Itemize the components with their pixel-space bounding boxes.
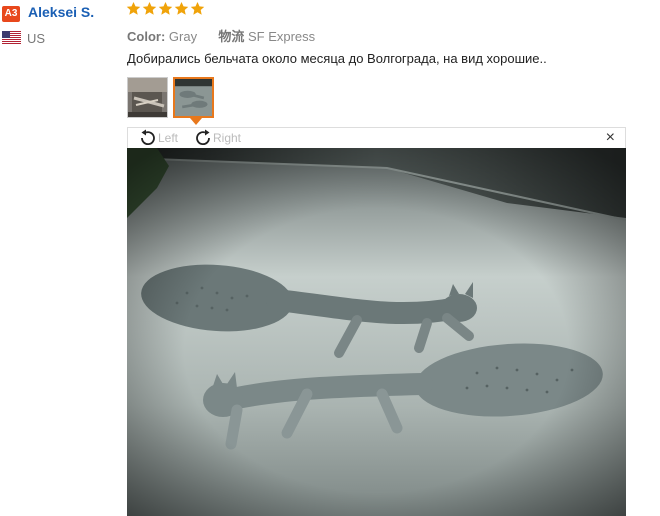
- active-thumbnail-pointer: [190, 118, 202, 125]
- color-value: Gray: [168, 29, 198, 44]
- reviewer-country: US: [27, 31, 46, 46]
- star-icon: [158, 1, 173, 15]
- review-photo-large: [127, 148, 626, 516]
- shipping-value: SF Express: [247, 29, 316, 44]
- order-meta: Color: Gray 物流 SF Express: [127, 26, 315, 45]
- review-photo-1-thumbnail[interactable]: [127, 77, 168, 118]
- rotate-left-label: Left: [158, 131, 179, 145]
- star-icon: [142, 1, 157, 15]
- thumbnail-strip: [127, 77, 214, 118]
- us-flag-icon: [2, 31, 21, 44]
- star-icon: [190, 1, 205, 15]
- star-icon: [174, 1, 189, 15]
- star-rating: [126, 1, 205, 16]
- photo-viewer-toolbar: Left Right ×: [127, 127, 626, 148]
- review-photo-2-thumbnail[interactable]: [173, 77, 214, 118]
- close-viewer-button[interactable]: ×: [606, 129, 615, 147]
- rotate-right-label: Right: [213, 131, 242, 145]
- reviewer-name[interactable]: Aleksei S.: [28, 4, 94, 20]
- review-text: Добирались бельчата около месяца до Волг…: [127, 51, 547, 66]
- rotate-right-icon: [196, 129, 210, 146]
- rotate-left-icon: [141, 129, 155, 146]
- rotate-left-button[interactable]: Left: [138, 129, 178, 147]
- reviewer-avatar: A3: [2, 6, 20, 22]
- rotate-right-button[interactable]: Right: [193, 129, 241, 147]
- shipping-label: 物流: [218, 29, 245, 44]
- star-icon: [126, 1, 141, 15]
- color-label: Color:: [127, 29, 166, 44]
